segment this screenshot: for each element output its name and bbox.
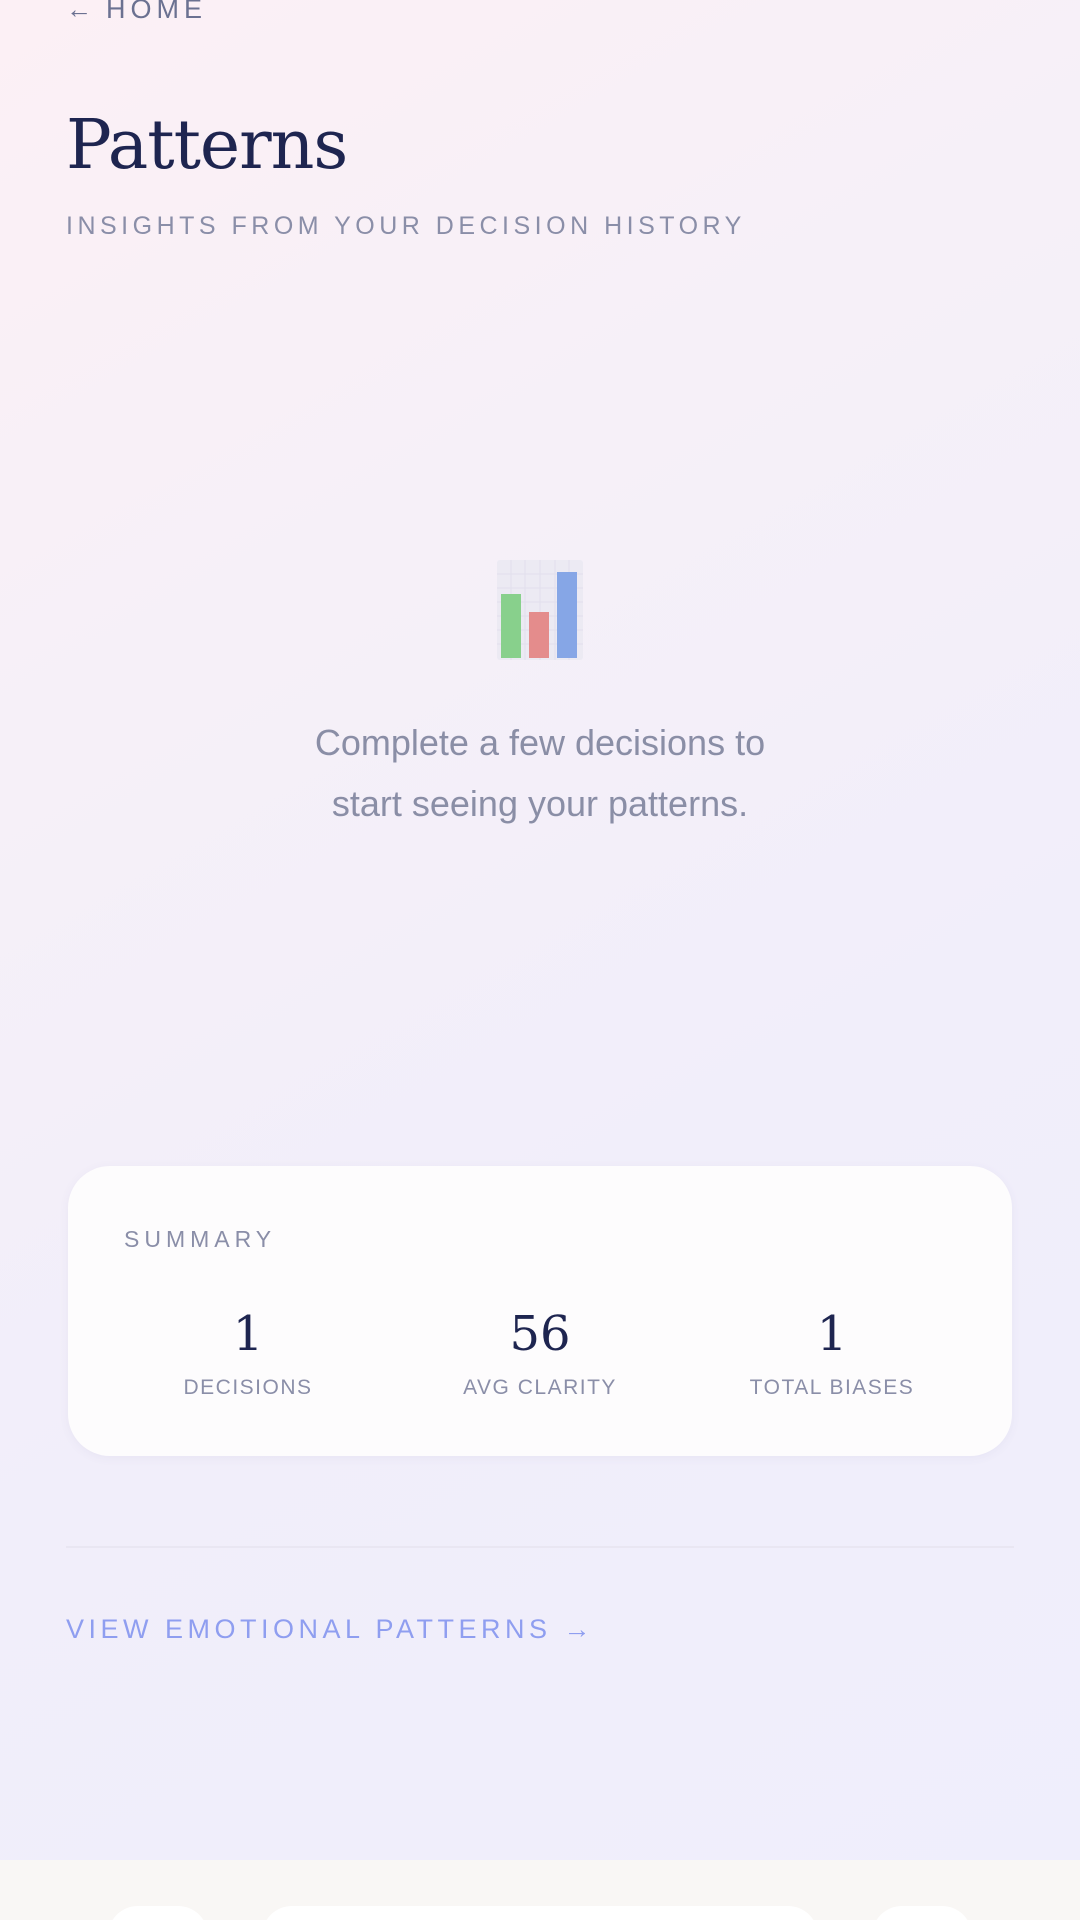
page-subtitle: INSIGHTS FROM YOUR DECISION HISTORY bbox=[66, 212, 746, 240]
icon-bar-blue bbox=[557, 572, 577, 658]
stat-avg-clarity-value: 56 bbox=[509, 1306, 571, 1362]
bottom-bar-center-button[interactable] bbox=[262, 1906, 818, 1920]
icon-bar-green bbox=[501, 594, 521, 658]
stat-avg-clarity: 56 AVG CLARITY bbox=[390, 1306, 690, 1400]
divider bbox=[66, 1546, 1014, 1548]
back-home-link[interactable]: ← HOME bbox=[66, 0, 207, 25]
bottom-bar-right-button[interactable] bbox=[872, 1906, 972, 1920]
empty-state-message: Complete a few decisions to start seeing… bbox=[315, 712, 765, 834]
bar-chart-icon bbox=[497, 560, 583, 660]
stat-decisions-value: 1 bbox=[232, 1306, 264, 1362]
view-emotional-patterns-link[interactable]: VIEW EMOTIONAL PATTERNS → bbox=[66, 1614, 595, 1645]
empty-state: Complete a few decisions to start seeing… bbox=[0, 560, 1080, 834]
page-title: Patterns bbox=[66, 106, 348, 185]
stat-total-biases-value: 1 bbox=[816, 1306, 848, 1362]
bottom-bar bbox=[0, 1860, 1080, 1920]
empty-state-line-2: start seeing your patterns. bbox=[331, 783, 749, 824]
stat-total-biases: 1 TOTAL BIASES bbox=[682, 1306, 982, 1400]
summary-card: SUMMARY 1 DECISIONS 56 AVG CLARITY 1 TOT… bbox=[68, 1166, 1012, 1456]
back-home-label: HOME bbox=[106, 0, 207, 24]
empty-state-line-1: Complete a few decisions to bbox=[314, 722, 766, 763]
stat-avg-clarity-label: AVG CLARITY bbox=[463, 1376, 617, 1399]
back-arrow-icon: ← bbox=[66, 0, 92, 24]
stat-decisions: 1 DECISIONS bbox=[98, 1306, 398, 1400]
stat-total-biases-label: TOTAL BIASES bbox=[749, 1376, 915, 1399]
stat-decisions-label: DECISIONS bbox=[183, 1376, 313, 1399]
bottom-bar-left-button[interactable] bbox=[108, 1906, 208, 1920]
icon-bar-red bbox=[529, 612, 549, 658]
summary-label: SUMMARY bbox=[124, 1226, 277, 1252]
